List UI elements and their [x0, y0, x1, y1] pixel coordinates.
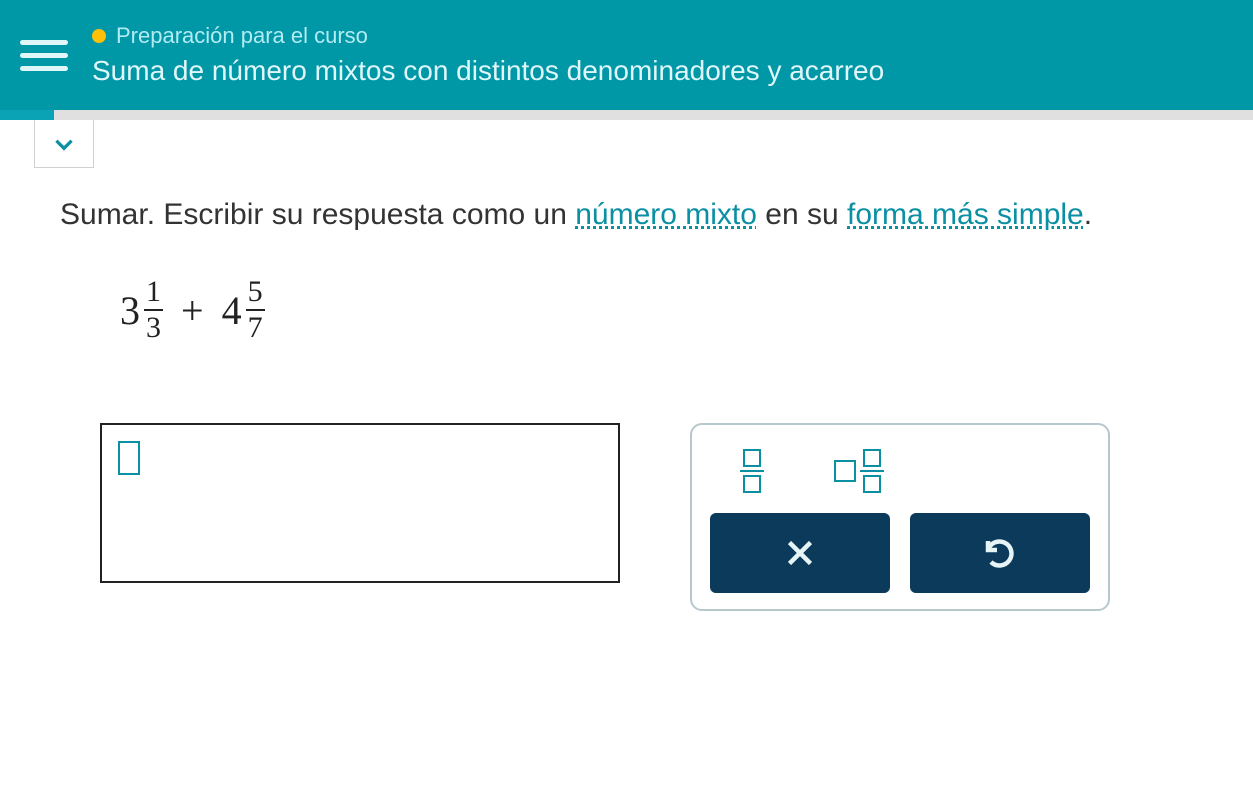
term1-numerator: 1 — [144, 277, 163, 307]
breadcrumb: Preparación para el curso — [92, 23, 884, 49]
link-forma-mas-simple[interactable]: forma más simple — [847, 198, 1084, 231]
instruction-suffix: . — [1084, 198, 1092, 231]
term1-denominator: 3 — [144, 313, 163, 343]
toolbox — [690, 423, 1110, 611]
answer-input[interactable] — [100, 423, 620, 583]
term1-fraction: 1 3 — [144, 277, 163, 343]
math-expression: 3 1 3 + 4 5 7 — [120, 277, 1193, 343]
insert-fraction-button[interactable] — [740, 449, 764, 493]
menu-icon[interactable] — [20, 31, 68, 79]
chevron-down-icon — [51, 131, 77, 157]
fraction-icon — [740, 449, 764, 493]
term1-whole: 3 — [120, 287, 140, 334]
instruction-middle: en su — [757, 198, 847, 231]
operator-plus: + — [181, 287, 204, 334]
answer-row — [100, 423, 1193, 611]
link-numero-mixto[interactable]: número mixto — [575, 198, 757, 231]
term-2: 4 5 7 — [222, 277, 265, 343]
status-dot-icon — [92, 29, 106, 43]
content-area: Sumar. Escribir su respuesta como un núm… — [0, 120, 1253, 631]
term2-whole: 4 — [222, 287, 242, 334]
term2-fraction: 5 7 — [246, 277, 265, 343]
page-title: Suma de número mixtos con distintos deno… — [92, 55, 884, 87]
instruction-prefix: Sumar. Escribir su respuesta como un — [60, 198, 575, 231]
insert-mixed-number-button[interactable] — [834, 449, 884, 493]
header-text: Preparación para el curso Suma de número… — [92, 23, 884, 87]
term-1: 3 1 3 — [120, 277, 163, 343]
term2-denominator: 7 — [246, 313, 265, 343]
progress-bar — [0, 110, 1253, 120]
progress-segment — [0, 110, 54, 120]
action-buttons-row — [710, 513, 1090, 593]
instruction-text: Sumar. Escribir su respuesta como un núm… — [60, 192, 1193, 237]
close-icon — [782, 535, 818, 571]
undo-button[interactable] — [910, 513, 1090, 593]
collapse-button[interactable] — [34, 120, 94, 168]
clear-button[interactable] — [710, 513, 890, 593]
topbar: Preparación para el curso Suma de número… — [0, 0, 1253, 110]
undo-icon — [982, 535, 1018, 571]
term2-numerator: 5 — [246, 277, 265, 307]
format-tools-row — [710, 441, 1090, 513]
mixed-number-icon — [834, 449, 884, 493]
breadcrumb-label: Preparación para el curso — [116, 23, 368, 49]
input-placeholder-box — [118, 441, 140, 475]
